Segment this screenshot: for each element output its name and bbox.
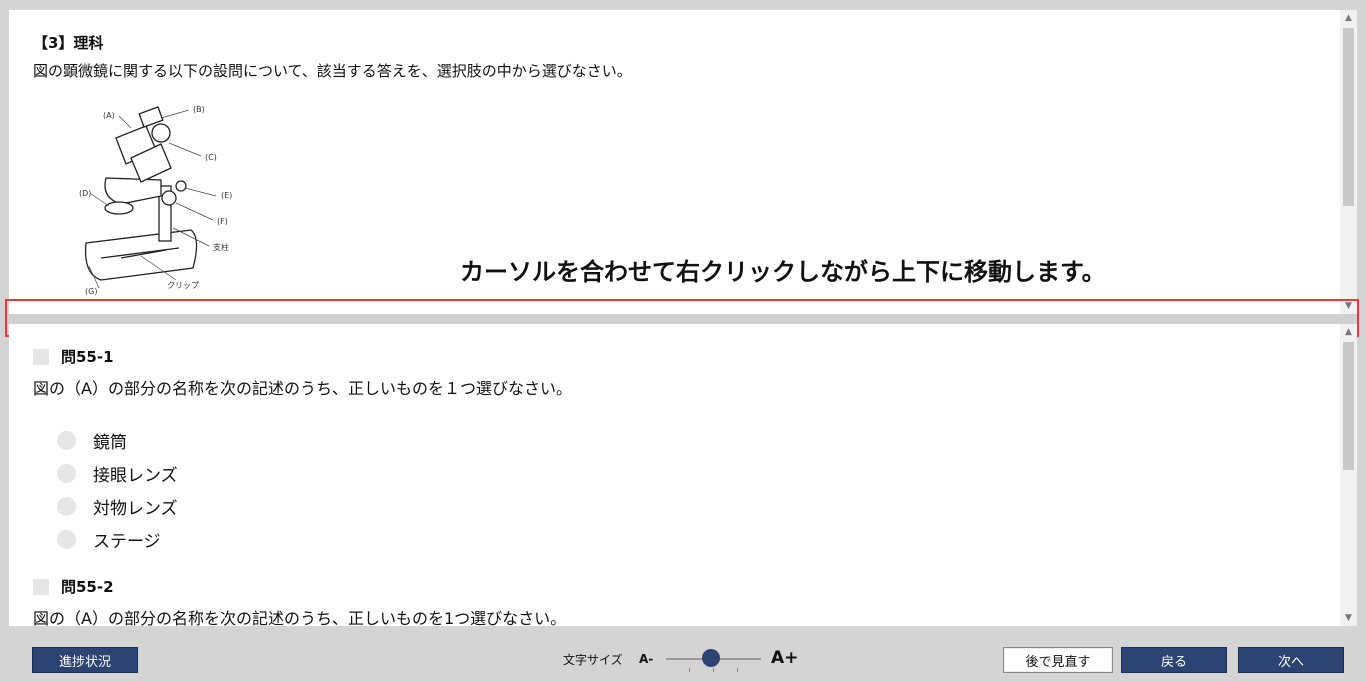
answer-option-1[interactable]: 鏡筒 [57, 424, 178, 457]
radio-icon[interactable] [57, 530, 76, 549]
svg-text:(D): (D) [79, 189, 91, 198]
slider-tick [713, 668, 714, 672]
question-text: 図の（A）の部分の名称を次の記述のうち、正しいものを1つ選びなさい。 [33, 609, 567, 626]
question-55-1: 問55-1 図の（A）の部分の名称を次の記述のうち、正しいものを１つ選びなさい。 [33, 346, 572, 399]
passage-instruction: 図の顕微鏡に関する以下の設問について、該当する答えを、選択肢の中から選びなさい。 [33, 62, 632, 80]
section-title: 【3】理科 [33, 34, 104, 52]
slider-tick [689, 668, 690, 672]
svg-text:(E): (E) [221, 191, 232, 200]
passage-scrollbar[interactable]: ▲ ▼ [1340, 10, 1357, 314]
question-55-2: 問55-2 図の（A）の部分の名称を次の記述のうち、正しいものを1つ選びなさい。 [33, 576, 566, 626]
question-number: 問55-1 [61, 348, 114, 366]
question-flag-checkbox[interactable] [33, 578, 49, 595]
radio-icon[interactable] [57, 497, 76, 516]
svg-text:(A): (A) [103, 111, 115, 120]
option-label: ステージ [93, 532, 161, 552]
slider-tick [737, 668, 738, 672]
passage-scroll-thumb[interactable] [1343, 28, 1354, 206]
progress-button[interactable]: 進捗状況 [32, 647, 138, 673]
review-later-button[interactable]: 後で見直す [1003, 647, 1113, 673]
splitter-hint: カーソルを合わせて右クリックしながら上下に移動します。 [460, 258, 1106, 286]
back-button[interactable]: 戻る [1121, 647, 1227, 673]
svg-text:(B): (B) [193, 105, 205, 114]
svg-text:(F): (F) [217, 217, 228, 226]
scroll-down-icon[interactable]: ▼ [1340, 610, 1357, 626]
question-scroll-thumb[interactable] [1343, 342, 1354, 470]
scroll-up-icon[interactable]: ▲ [1340, 324, 1357, 340]
answer-option-4[interactable]: ステージ [57, 523, 178, 556]
svg-text:支柱: 支柱 [213, 242, 229, 252]
radio-icon[interactable] [57, 464, 76, 483]
answer-option-2[interactable]: 接眼レンズ [57, 457, 178, 490]
microscope-figure: (A) (B) (C) (D) (E) (F) 支柱 クリップ (G) [79, 105, 232, 296]
svg-text:(G): (G) [85, 287, 97, 296]
option-label: 接眼レンズ [93, 466, 178, 486]
font-decrease-button[interactable]: A- [639, 652, 653, 666]
question-flag-checkbox[interactable] [33, 348, 49, 365]
question-pane[interactable]: 問55-1 図の（A）の部分の名称を次の記述のうち、正しいものを１つ選びなさい。… [9, 324, 1357, 626]
question-text: 図の（A）の部分の名称を次の記述のうち、正しいものを１つ選びなさい。 [33, 379, 572, 398]
scroll-up-icon[interactable]: ▲ [1340, 10, 1357, 26]
footer-bar: 進捗状況 文字サイズ A- A+ 後で見直す 戻る 次へ [0, 634, 1366, 682]
svg-text:(C): (C) [205, 153, 217, 162]
question-scrollbar[interactable]: ▲ ▼ [1340, 324, 1357, 626]
question-number: 問55-2 [61, 578, 114, 596]
answer-option-3[interactable]: 対物レンズ [57, 490, 178, 523]
font-size-slider-knob[interactable] [702, 649, 720, 667]
font-size-label: 文字サイズ [563, 653, 623, 667]
option-label: 鏡筒 [93, 433, 127, 453]
font-increase-button[interactable]: A+ [771, 648, 798, 668]
radio-icon[interactable] [57, 431, 76, 450]
svg-text:クリップ: クリップ [167, 281, 199, 290]
answer-options: 鏡筒 接眼レンズ 対物レンズ ステージ [57, 424, 178, 556]
option-label: 対物レンズ [93, 499, 178, 519]
next-button[interactable]: 次へ [1238, 647, 1344, 673]
